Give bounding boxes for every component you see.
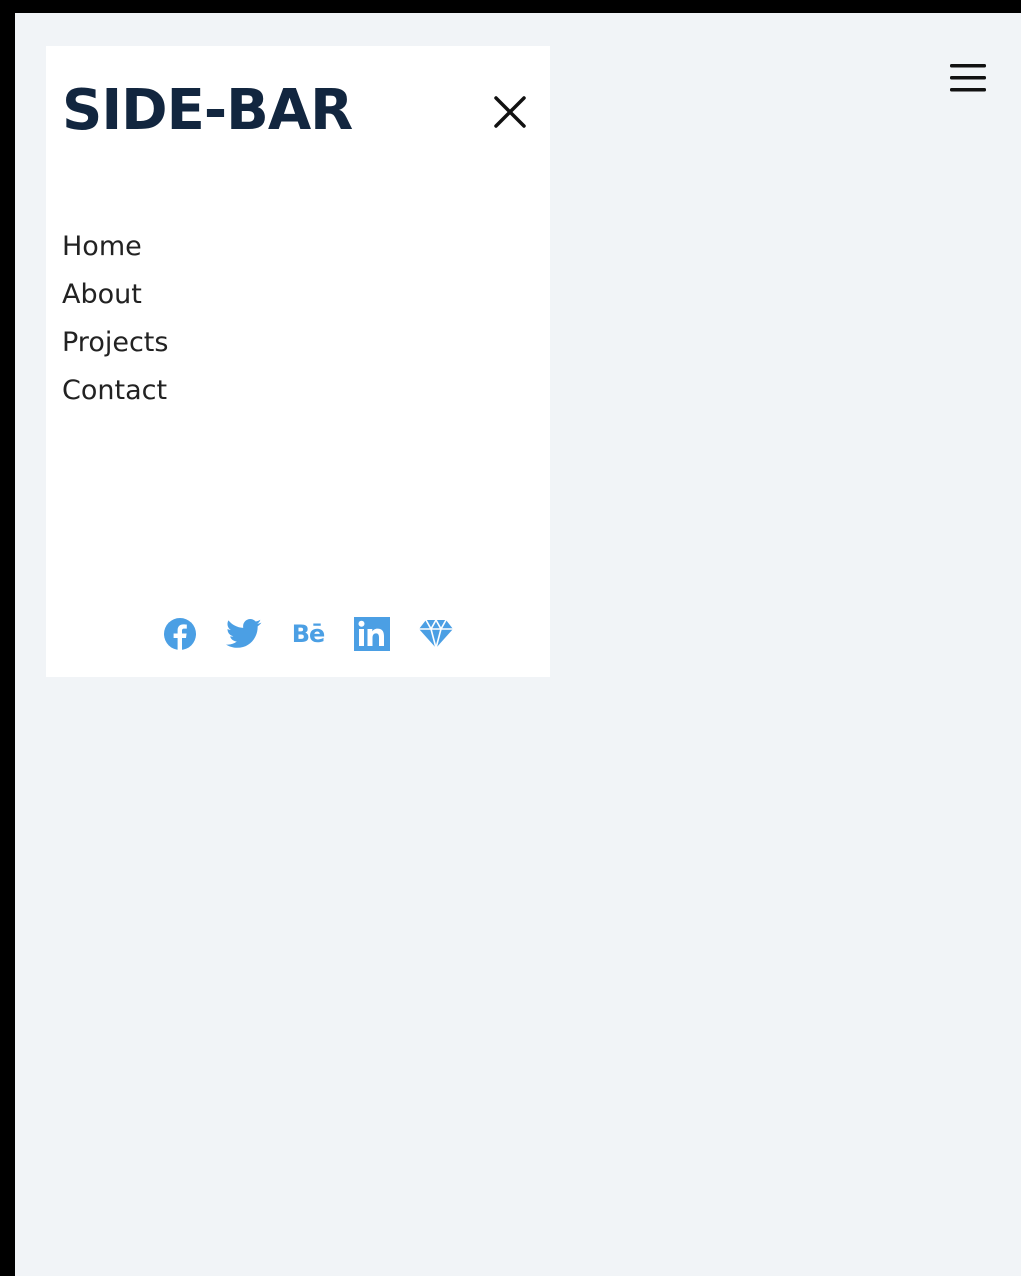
linkedin-icon [354,617,390,651]
close-sidebar-button[interactable] [490,92,530,132]
linkedin-link[interactable] [354,616,390,652]
sidebar-title: SIDE-BAR [62,78,353,143]
behance-link[interactable]: Bē [290,616,326,652]
close-icon [494,96,526,128]
diamond-icon [419,619,453,649]
nav-item-home[interactable]: Home [62,223,168,271]
nav-item-about[interactable]: About [62,271,168,319]
nav-item-projects[interactable]: Projects [62,319,168,367]
page-frame: SIDE-BAR Home About Projects Contact Bē [8,6,1021,1276]
twitter-link[interactable] [226,616,262,652]
sidebar-panel: SIDE-BAR Home About Projects Contact Bē [46,46,550,677]
behance-icon: Bē [291,620,326,648]
facebook-icon [164,618,196,650]
diamond-link[interactable] [418,616,454,652]
hamburger-menu-button[interactable] [948,61,988,97]
hamburger-icon [950,64,986,92]
facebook-link[interactable] [162,616,198,652]
sidebar-nav: Home About Projects Contact [62,223,168,415]
social-links: Bē [162,616,454,652]
nav-item-contact[interactable]: Contact [62,367,168,415]
twitter-icon [226,619,262,648]
